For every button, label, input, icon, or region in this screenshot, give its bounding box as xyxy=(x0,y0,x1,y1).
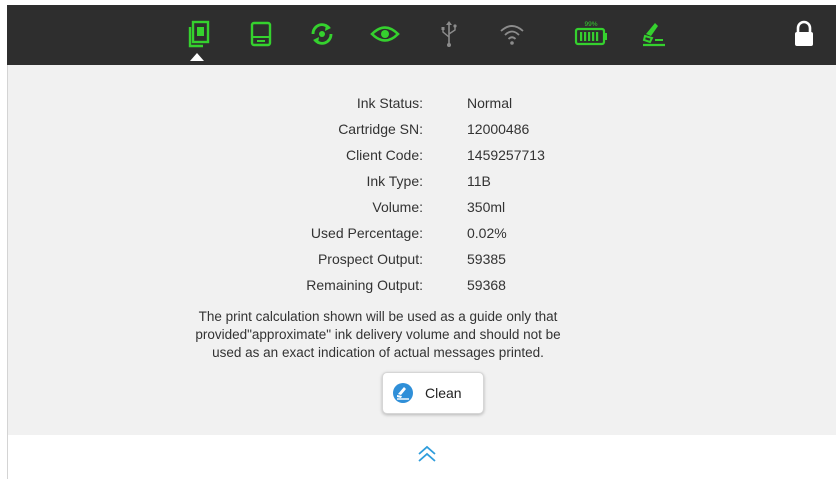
info-label: Cartridge SN: xyxy=(338,121,423,137)
printer-icon[interactable] xyxy=(246,19,276,49)
info-value: 12000486 xyxy=(467,121,530,137)
clean-icon xyxy=(393,383,413,403)
battery-level-text: 99% xyxy=(584,21,597,28)
info-label: Ink Type: xyxy=(366,173,423,189)
clean-button-label: Clean xyxy=(425,385,462,401)
info-label: Remaining Output: xyxy=(306,277,423,293)
info-value: 350ml xyxy=(467,199,506,215)
app-window: 99% Ink Status: Normal Cartridge SN: 120… xyxy=(7,5,836,479)
info-value: 11B xyxy=(467,173,491,189)
info-row-cartridge-sn: Cartridge SN: 12000486 xyxy=(8,121,836,143)
info-row-ink-status: Ink Status: Normal xyxy=(8,95,836,117)
info-value: Normal xyxy=(467,95,513,111)
battery-icon: 99% xyxy=(574,19,608,49)
usb-icon[interactable] xyxy=(434,19,464,49)
info-row-prospect-output: Prospect Output: 59385 xyxy=(8,251,836,273)
info-row-ink-type: Ink Type: 11B xyxy=(8,173,836,195)
disclaimer-line: provided"approximate" ink delivery volum… xyxy=(195,327,561,342)
disclaimer-line: used as an exact indication of actual me… xyxy=(212,345,544,360)
info-label: Used Percentage: xyxy=(310,225,423,241)
eye-icon[interactable] xyxy=(370,19,400,49)
info-label: Volume: xyxy=(372,199,423,215)
info-label: Ink Status: xyxy=(356,95,423,111)
active-tab-indicator xyxy=(190,53,204,61)
disclaimer-line: The print calculation shown will be used… xyxy=(198,309,558,324)
cartridge-icon[interactable] xyxy=(185,19,215,49)
lock-icon[interactable] xyxy=(789,19,819,49)
chevron-up-icon[interactable] xyxy=(416,443,438,465)
wifi-icon[interactable] xyxy=(497,19,527,49)
clean-button[interactable]: Clean xyxy=(382,372,484,414)
info-value: 0.02% xyxy=(467,225,507,241)
clean-icon[interactable] xyxy=(639,19,669,49)
top-toolbar: 99% xyxy=(7,5,836,65)
info-value: 59368 xyxy=(467,277,506,293)
info-row-used-percentage: Used Percentage: 0.02% xyxy=(8,225,836,247)
ink-info-panel: Ink Status: Normal Cartridge SN: 1200048… xyxy=(7,65,836,435)
info-value: 59385 xyxy=(467,251,506,267)
info-value: 1459257713 xyxy=(467,147,545,163)
info-label: Client Code: xyxy=(345,147,423,163)
info-row-volume: Volume: 350ml xyxy=(8,199,836,221)
info-row-client-code: Client Code: 1459257713 xyxy=(8,147,836,169)
info-row-remaining-output: Remaining Output: 59368 xyxy=(8,277,836,299)
sync-icon[interactable] xyxy=(307,19,337,49)
disclaimer-note: The print calculation shown will be used… xyxy=(128,308,628,362)
info-label: Prospect Output: xyxy=(317,251,423,267)
